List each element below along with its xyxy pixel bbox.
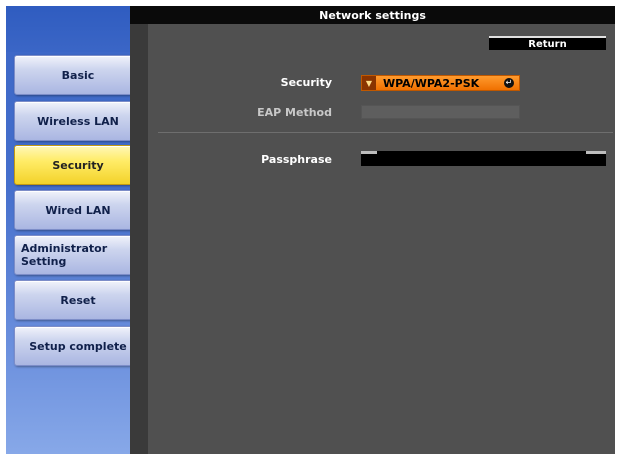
security-select[interactable]: ▼ WPA/WPA2-PSK ↵: [361, 75, 520, 91]
window-title: Network settings: [130, 6, 615, 24]
sidebar-item-setup-complete[interactable]: Setup complete: [14, 326, 142, 366]
sidebar-item-label: Basic: [61, 68, 95, 82]
sidebar-item-wired-lan[interactable]: Wired LAN: [14, 190, 142, 230]
sidebar-item-wireless-lan[interactable]: Wireless LAN: [14, 101, 142, 141]
enter-icon: ↵: [504, 78, 514, 88]
sidebar-item-label: Setup complete: [29, 339, 127, 353]
return-button-label: Return: [528, 38, 567, 50]
sidebar-item-administrator-setting[interactable]: Administrator Setting: [14, 235, 142, 275]
sidebar-item-basic[interactable]: Basic: [14, 55, 142, 95]
security-label: Security: [280, 76, 332, 89]
screen: Basic Wireless LAN Security Wired LAN Ad…: [6, 6, 615, 454]
sidebar-item-label: Administrator Setting: [21, 242, 108, 268]
passphrase-label: Passphrase: [261, 153, 332, 166]
sidebar-item-label: Security: [52, 158, 104, 172]
sidebar-item-reset[interactable]: Reset: [14, 280, 142, 320]
security-select-value: WPA/WPA2-PSK: [383, 77, 480, 90]
sidebar-header: [6, 6, 146, 52]
passphrase-input[interactable]: [361, 151, 606, 166]
divider: [158, 132, 613, 133]
sidebar-item-label: Wireless LAN: [37, 114, 119, 128]
eap-method-label: EAP Method: [257, 106, 332, 119]
dropdown-arrow-icon: ▼: [362, 76, 376, 90]
passphrase-input-cap-right: [586, 151, 606, 154]
return-button[interactable]: Return: [489, 36, 606, 50]
sidebar: Basic Wireless LAN Security Wired LAN Ad…: [6, 6, 146, 454]
sidebar-item-label: Wired LAN: [45, 203, 111, 217]
passphrase-input-cap-left: [361, 151, 377, 154]
eap-method-field: [361, 105, 520, 119]
main-panel: [130, 6, 615, 454]
sidebar-item-label: Reset: [60, 293, 96, 307]
sidebar-item-security[interactable]: Security: [14, 145, 142, 185]
